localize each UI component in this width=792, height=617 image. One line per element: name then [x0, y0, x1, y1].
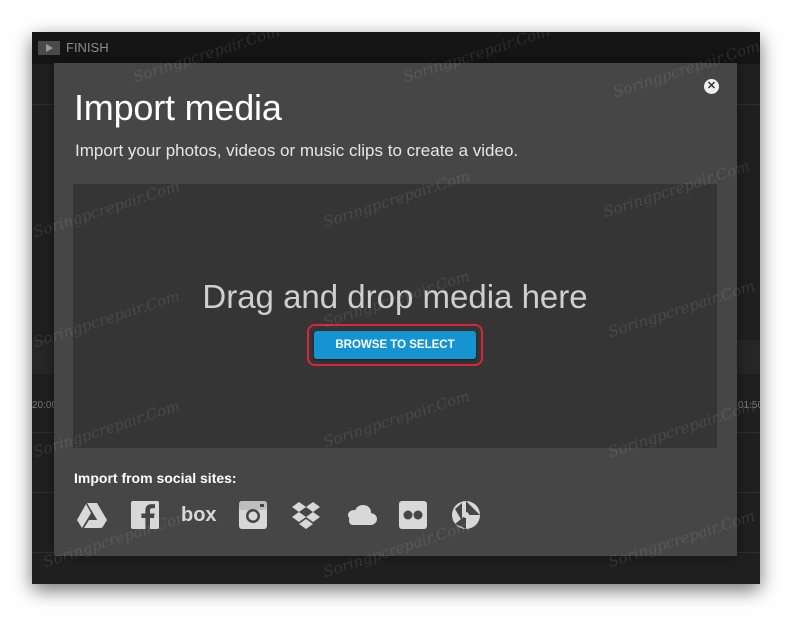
google-drive-icon[interactable] [76, 499, 108, 531]
picasa-icon[interactable] [450, 499, 482, 531]
flickr-icon[interactable] [397, 499, 429, 531]
facebook-icon[interactable] [129, 499, 161, 531]
social-sites-label: Import from social sites: [74, 470, 237, 486]
finish-button[interactable]: FINISH [38, 40, 109, 55]
dialog-subtitle: Import your photos, videos or music clip… [75, 141, 519, 160]
svg-text:box: box [181, 504, 217, 526]
dropbox-icon[interactable] [290, 499, 322, 531]
import-media-dialog: ✕ Import media Import your photos, video… [54, 63, 737, 556]
dialog-title: Import media [74, 87, 282, 128]
timecode-right: 01:50 [738, 400, 760, 411]
drop-zone-text: Drag and drop media here [202, 278, 588, 315]
browse-button-highlight: BROWSE TO SELECT [307, 324, 483, 366]
close-icon[interactable]: ✕ [704, 79, 719, 94]
instagram-icon[interactable] [237, 499, 269, 531]
drop-zone[interactable]: Drag and drop media here BROWSE TO SELEC… [73, 184, 717, 448]
onedrive-icon[interactable] [343, 499, 379, 531]
browse-to-select-button[interactable]: BROWSE TO SELECT [314, 331, 476, 359]
top-toolbar: FINISH [32, 32, 760, 64]
film-icon [38, 40, 60, 55]
finish-label: FINISH [66, 40, 109, 55]
box-icon[interactable]: box [179, 499, 219, 531]
